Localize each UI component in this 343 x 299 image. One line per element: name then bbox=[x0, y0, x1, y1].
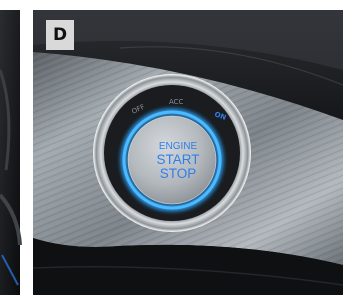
panel-label-badge: D bbox=[46, 20, 74, 50]
button-line-engine: ENGINE bbox=[159, 141, 198, 152]
label-acc: ACC bbox=[169, 98, 184, 106]
photo-panel: OFF ACC ON ENGINE START STOP D bbox=[0, 0, 343, 299]
button-line-stop: STOP bbox=[160, 166, 197, 181]
main-photo: OFF ACC ON ENGINE START STOP bbox=[32, 10, 343, 295]
left-photo-strip bbox=[0, 10, 22, 295]
button-line-start: START bbox=[156, 152, 199, 167]
